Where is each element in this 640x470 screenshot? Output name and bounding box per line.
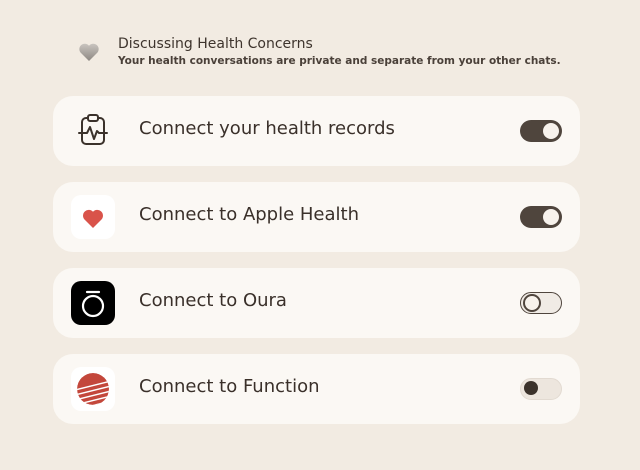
connection-card-apple-health[interactable]: Connect to Apple Health [53,182,580,252]
health-privacy-header: Discussing Health Concerns Your health c… [78,34,598,74]
toggle-knob [543,123,559,139]
apple-health-toggle[interactable] [520,206,562,228]
function-toggle[interactable] [520,378,562,400]
connection-card-function[interactable]: Connect to Function [53,354,580,424]
function-logo-icon [71,367,115,411]
connection-label: Connect to Function [139,376,320,397]
toggle-knob [524,381,538,395]
connection-card-oura[interactable]: Connect to Oura [53,268,580,338]
privacy-subtitle: Your health conversations are private an… [118,55,561,67]
apple-health-heart-icon [71,195,115,239]
heart-icon [79,43,99,61]
connection-label: Connect to Apple Health [139,204,360,225]
connection-card-health-records[interactable]: Connect your health records [53,96,580,166]
health-records-icon [71,109,115,153]
connection-label: Connect your health records [139,118,395,139]
toggle-knob [543,209,559,225]
oura-logo-icon [71,281,115,325]
toggle-knob [523,294,541,312]
connection-label: Connect to Oura [139,290,287,311]
health-records-toggle[interactable] [520,120,562,142]
oura-toggle[interactable] [520,292,562,314]
page-title: Discussing Health Concerns [118,36,313,52]
